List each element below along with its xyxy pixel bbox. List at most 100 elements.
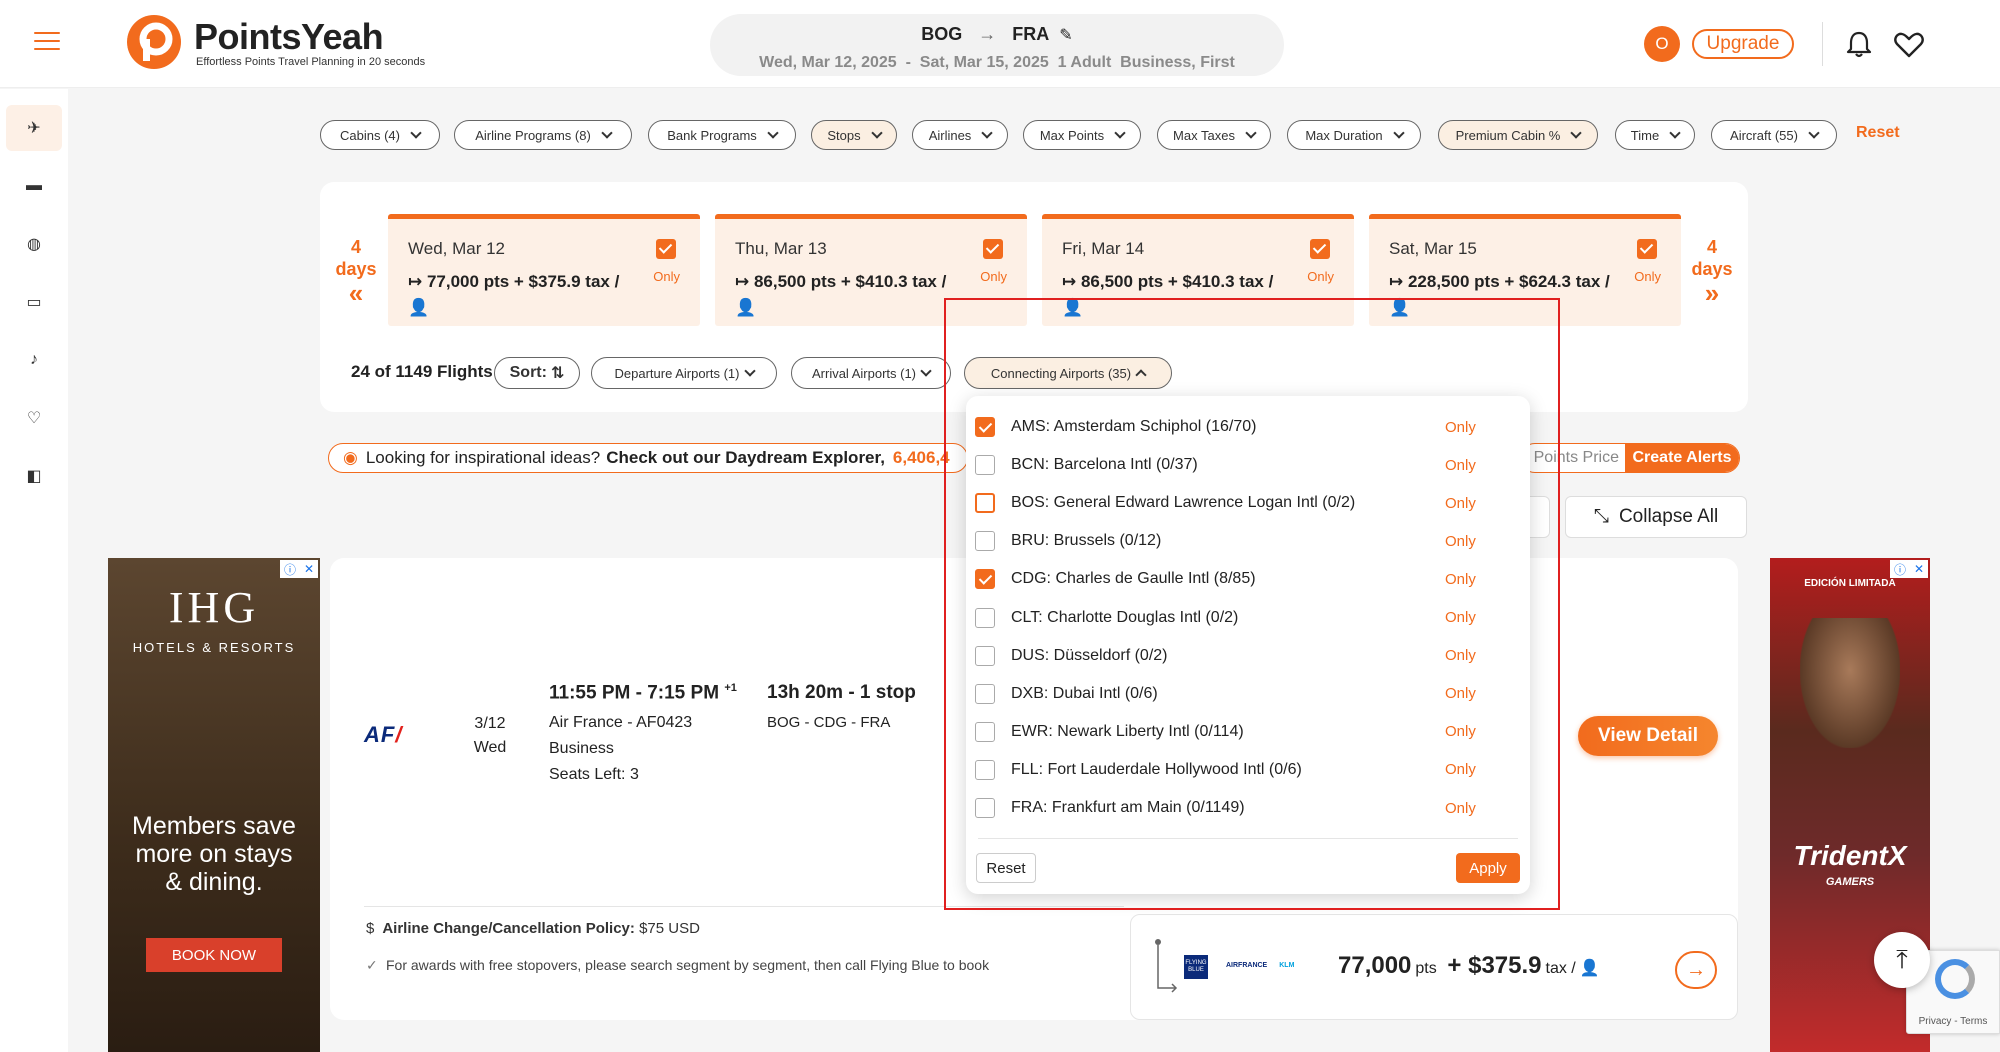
date-checkbox[interactable] <box>1637 239 1657 259</box>
sidebar-wallet-icon[interactable]: ◧ <box>6 453 62 499</box>
filter-bank-programs[interactable]: Bank Programs <box>648 120 796 150</box>
only-link[interactable]: Only <box>1307 269 1334 284</box>
filter-max-points[interactable]: Max Points <box>1023 120 1141 150</box>
search-summary[interactable]: BOG → FRA ✎ Wed, Mar 12, 2025 - Sat, Mar 15… <box>710 14 1284 76</box>
ihg-advertisement[interactable]: ⓘ ✕ IHG HOTELS & RESORTS Members save mor… <box>108 558 320 1052</box>
expand-all-button-edge[interactable] <box>1530 496 1550 538</box>
departure-airports-filter[interactable]: Departure Airports (1) <box>591 357 777 389</box>
ihg-book-now-button[interactable]: BOOK NOW <box>146 938 282 972</box>
ad-controls[interactable]: ⓘ ✕ <box>280 560 318 578</box>
connecting-airport-option[interactable]: BCN: Barcelona Intl (0/37) Only <box>975 446 1505 484</box>
connecting-airport-option[interactable]: DXB: Dubai Intl (0/6) Only <box>975 675 1505 713</box>
previous-days-button[interactable]: 4 days « <box>326 236 386 306</box>
connecting-airport-option[interactable]: FRA: Frankfurt am Main (0/1149) Only <box>975 789 1505 827</box>
sidebar-cards-icon[interactable]: ▭ <box>6 279 62 325</box>
date-card-mar-14[interactable]: Fri, Mar 14 ↦ 86,500 pts + $410.3 tax / … <box>1042 214 1354 326</box>
airport-checkbox[interactable] <box>975 531 995 552</box>
ad-close-icon[interactable]: ✕ <box>1914 562 1924 576</box>
brand-name[interactable]: PointsYeah <box>194 16 384 58</box>
pointsyeah-logo-icon[interactable] <box>126 14 182 70</box>
view-detail-button[interactable]: View Detail <box>1578 716 1718 756</box>
airport-checkbox[interactable] <box>975 759 995 780</box>
edit-search-icon[interactable]: ✎ <box>1059 27 1072 44</box>
connecting-airport-option[interactable]: DUS: Düsseldorf (0/2) Only <box>975 637 1505 675</box>
inspiration-banner[interactable]: ◉ Looking for inspirational ideas? Check… <box>328 443 968 473</box>
sidebar-hotels-icon[interactable]: ▬ <box>6 163 62 209</box>
dropdown-reset-button[interactable]: Reset <box>976 853 1036 883</box>
airport-only-link[interactable]: Only <box>1445 609 1485 626</box>
airport-only-link[interactable]: Only <box>1445 419 1485 436</box>
connecting-airport-option[interactable]: FLL: Fort Lauderdale Hollywood Intl (0/6… <box>975 751 1505 789</box>
airport-checkbox[interactable] <box>975 417 995 437</box>
airport-only-link[interactable]: Only <box>1445 761 1485 778</box>
filter-aircraft[interactable]: Aircraft (55) <box>1711 120 1837 150</box>
airport-only-link[interactable]: Only <box>1445 685 1485 702</box>
filter-premium-cabin[interactable]: Premium Cabin % <box>1438 120 1598 150</box>
filter-max-duration[interactable]: Max Duration <box>1287 120 1421 150</box>
favorites-heart-icon[interactable] <box>1894 32 1924 58</box>
scroll-to-top-button[interactable]: ⤒ <box>1874 932 1930 988</box>
sidebar-alerts-icon[interactable]: ♪ <box>6 337 62 383</box>
connecting-airport-option[interactable]: CLT: Charlotte Douglas Intl (0/2) Only <box>975 599 1505 637</box>
filter-max-taxes[interactable]: Max Taxes <box>1157 120 1271 150</box>
airport-only-link[interactable]: Only <box>1445 571 1485 588</box>
ad-controls[interactable]: ⓘ ✕ <box>1890 560 1928 578</box>
connecting-airports-filter[interactable]: Connecting Airports (35) <box>964 357 1172 389</box>
airport-checkbox[interactable] <box>975 455 995 476</box>
connecting-airport-option[interactable]: CDG: Charles de Gaulle Intl (8/85) Only <box>975 560 1505 598</box>
connecting-airport-option[interactable]: AMS: Amsterdam Schiphol (16/70) Only <box>975 408 1505 446</box>
ad-close-icon[interactable]: ✕ <box>304 562 314 576</box>
date-card-mar-12[interactable]: Wed, Mar 12 ↦ 77,000 pts + $375.9 tax / … <box>388 214 700 326</box>
book-arrow-button[interactable]: → <box>1675 951 1717 989</box>
airport-only-link[interactable]: Only <box>1445 800 1485 817</box>
airport-checkbox[interactable] <box>975 607 995 628</box>
filter-airlines[interactable]: Airlines <box>912 120 1008 150</box>
reset-filters-link[interactable]: Reset <box>1856 124 1900 142</box>
filter-time[interactable]: Time <box>1615 120 1695 150</box>
filter-airline-programs[interactable]: Airline Programs (8) <box>454 120 632 150</box>
airport-only-link[interactable]: Only <box>1445 495 1485 512</box>
date-card-mar-15[interactable]: Sat, Mar 15 ↦ 228,500 pts + $624.3 tax /… <box>1369 214 1681 326</box>
airport-checkbox[interactable] <box>975 645 995 666</box>
ad-info-icon[interactable]: ⓘ <box>284 561 296 578</box>
route-summary: BOG → FRA ✎ <box>710 24 1284 45</box>
connecting-airport-option[interactable]: EWR: Newark Liberty Intl (0/114) Only <box>975 713 1505 751</box>
recaptcha-text[interactable]: Privacy - Terms <box>1907 1016 1999 1027</box>
connecting-airport-option[interactable]: BRU: Brussels (0/12) Only <box>975 522 1505 560</box>
airport-only-link[interactable]: Only <box>1445 533 1485 550</box>
date-card-mar-13[interactable]: Thu, Mar 13 ↦ 86,500 pts + $410.3 tax / … <box>715 214 1027 326</box>
collapse-all-button[interactable]: ⤡ Collapse All <box>1565 496 1747 538</box>
date-checkbox[interactable] <box>1310 239 1330 259</box>
airport-only-link[interactable]: Only <box>1445 647 1485 664</box>
sidebar-explore-icon[interactable]: ◍ <box>6 221 62 267</box>
next-days-button[interactable]: 4 days » <box>1682 236 1742 306</box>
sort-button[interactable]: Sort: ⇅ <box>494 357 580 389</box>
ad-info-icon[interactable]: ⓘ <box>1894 561 1906 578</box>
date-checkbox[interactable] <box>983 239 1003 259</box>
arrival-airports-filter[interactable]: Arrival Airports (1) <box>791 357 951 389</box>
airport-only-link[interactable]: Only <box>1445 723 1485 740</box>
create-alerts-button[interactable]: Create Alerts <box>1625 444 1739 472</box>
airport-checkbox[interactable] <box>975 721 995 742</box>
connecting-airport-option[interactable]: BOS: General Edward Lawrence Logan Intl … <box>975 484 1505 522</box>
only-link[interactable]: Only <box>1634 269 1661 284</box>
airport-checkbox[interactable] <box>975 798 995 818</box>
menu-icon[interactable] <box>34 32 60 52</box>
only-link[interactable]: Only <box>653 269 680 284</box>
date-checkbox[interactable] <box>656 239 676 259</box>
notification-bell-icon[interactable] <box>1846 30 1872 58</box>
airport-checkbox[interactable] <box>975 569 995 590</box>
filter-cabins[interactable]: Cabins (4) <box>320 120 440 150</box>
daydream-explorer-link[interactable]: Check out our Daydream Explorer, <box>606 448 885 468</box>
filter-stops[interactable]: Stops <box>811 120 897 150</box>
upgrade-button[interactable]: Upgrade <box>1692 29 1794 59</box>
dropdown-apply-button[interactable]: Apply <box>1456 853 1520 883</box>
sidebar-favorites-icon[interactable]: ♡ <box>6 395 62 441</box>
only-link[interactable]: Only <box>980 269 1007 284</box>
airport-only-link[interactable]: Only <box>1445 457 1485 474</box>
airport-checkbox[interactable] <box>975 683 995 704</box>
sidebar-flights-icon[interactable]: ✈ <box>6 105 62 151</box>
airport-checkbox[interactable] <box>975 493 995 514</box>
flight-airline: Air France - AF0423 <box>549 714 693 731</box>
user-avatar[interactable]: O <box>1644 26 1680 62</box>
